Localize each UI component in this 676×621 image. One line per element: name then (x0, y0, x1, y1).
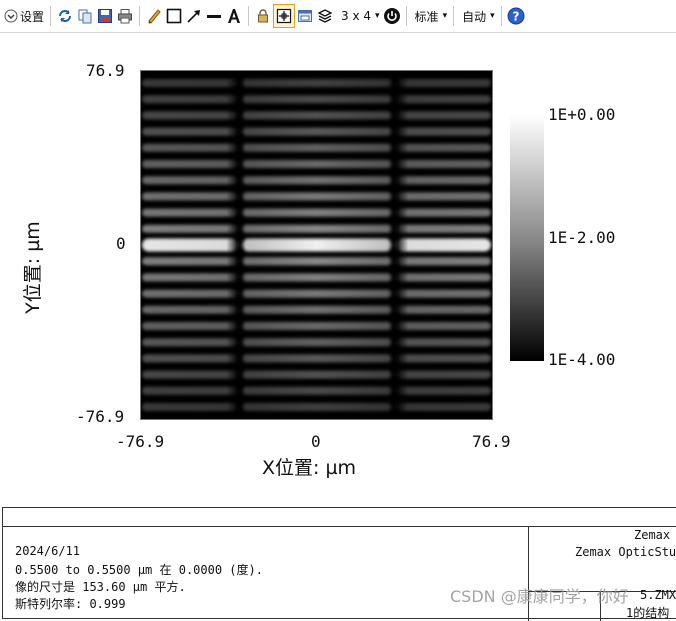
colorbar-label-top: 1E+0.00 (548, 105, 616, 124)
help-button[interactable]: ? (506, 5, 526, 27)
auto-label: 自动 (462, 9, 487, 24)
text-icon (228, 9, 241, 23)
footer-product: Zemax OpticStud (575, 545, 676, 559)
svg-text:?: ? (512, 10, 519, 24)
dropdown-caret-icon: ▾ (490, 11, 495, 21)
standard-dropdown[interactable]: 标准 ▾ (413, 5, 450, 27)
layout-label: 3 x 4 (341, 9, 372, 23)
x-axis-label: X位置: µm (262, 457, 357, 479)
copy-icon (78, 9, 92, 24)
footer-wavelength: 0.5500 to 0.5500 µm 在 0.0000 (度). (15, 563, 263, 577)
printer-icon (118, 9, 133, 24)
text-tool-button[interactable] (224, 5, 244, 27)
footer-brand: Zemax (634, 528, 671, 542)
refresh-icon (59, 10, 72, 22)
layers-button[interactable] (315, 5, 335, 27)
auto-dropdown[interactable]: 自动 ▾ (460, 5, 497, 27)
x-tick-left: -76.9 (116, 432, 165, 451)
power-icon (383, 8, 400, 24)
footer-date: 2024/6/11 (15, 544, 81, 558)
x-tick-right: 76.9 (472, 432, 511, 451)
y-tick-bottom: -76.9 (76, 407, 125, 426)
line-icon (207, 15, 222, 18)
psf-image (140, 70, 493, 420)
toolbar-divider (248, 6, 250, 26)
settings-label: 设置 (20, 9, 45, 24)
fit-window-button[interactable] (273, 4, 296, 28)
toolbar-divider (50, 6, 52, 26)
lock-icon (258, 9, 269, 23)
lock-button[interactable] (253, 5, 273, 27)
toolbar-divider (139, 6, 141, 26)
y-tick-top: 76.9 (86, 61, 125, 80)
line-tool-button[interactable] (204, 5, 224, 27)
window-icon (298, 10, 313, 22)
csdn-watermark: CSDN @康康同学，你好 (450, 587, 629, 606)
toolbar-divider (453, 6, 455, 26)
arrow-tool-button[interactable] (184, 5, 204, 27)
layers-icon (317, 9, 333, 23)
refresh-button[interactable] (55, 5, 75, 27)
settings-button[interactable]: 设置 (4, 5, 46, 27)
psf-plot-panel: 76.9 0 -76.9 -76.9 0 76.9 X位置: µm Y位置: µ… (0, 33, 676, 507)
info-footer: 2024/6/11 0.5500 to 0.5500 µm 在 0.0000 (… (0, 507, 676, 621)
arrow-icon (187, 10, 201, 23)
rectangle-icon (166, 8, 182, 24)
footer-file: 5.ZMX (640, 588, 676, 602)
colorbar (510, 115, 544, 361)
colorbar-label-mid: 1E-2.00 (548, 228, 616, 247)
pencil-tool-button[interactable] (144, 5, 164, 27)
y-tick-zero: 0 (116, 234, 126, 253)
save-button[interactable] (95, 5, 115, 27)
help-icon: ? (507, 7, 525, 25)
footer-image-size: 像的尺寸是 153.60 µm 平方. (15, 580, 186, 594)
copy-button[interactable] (75, 5, 95, 27)
standard-label: 标准 (414, 9, 439, 24)
footer-strehl: 斯特列尔率: 0.999 (15, 597, 126, 611)
footer-header-rule (2, 526, 676, 527)
pencil-icon (148, 9, 161, 24)
window-button[interactable] (295, 5, 315, 27)
x-tick-zero: 0 (311, 432, 321, 451)
chevron-down-icon (4, 9, 18, 23)
y-axis-label: Y位置: µm (21, 221, 44, 314)
save-icon (98, 9, 113, 23)
power-button[interactable] (382, 5, 402, 27)
toolbar: 设置 3 x 4 ▾ 标准 ▾ 自动 ▾ ? (0, 0, 676, 33)
print-button[interactable] (115, 5, 135, 27)
toolbar-divider (405, 6, 407, 26)
colorbar-label-bottom: 1E-4.00 (548, 350, 616, 369)
toolbar-divider (500, 6, 502, 26)
layout-dropdown[interactable]: 3 x 4 ▾ (339, 5, 382, 27)
dropdown-caret-icon: ▾ (375, 11, 380, 21)
rectangle-tool-button[interactable] (164, 5, 184, 27)
dropdown-caret-icon: ▾ (442, 11, 448, 21)
fit-window-icon (276, 8, 292, 24)
